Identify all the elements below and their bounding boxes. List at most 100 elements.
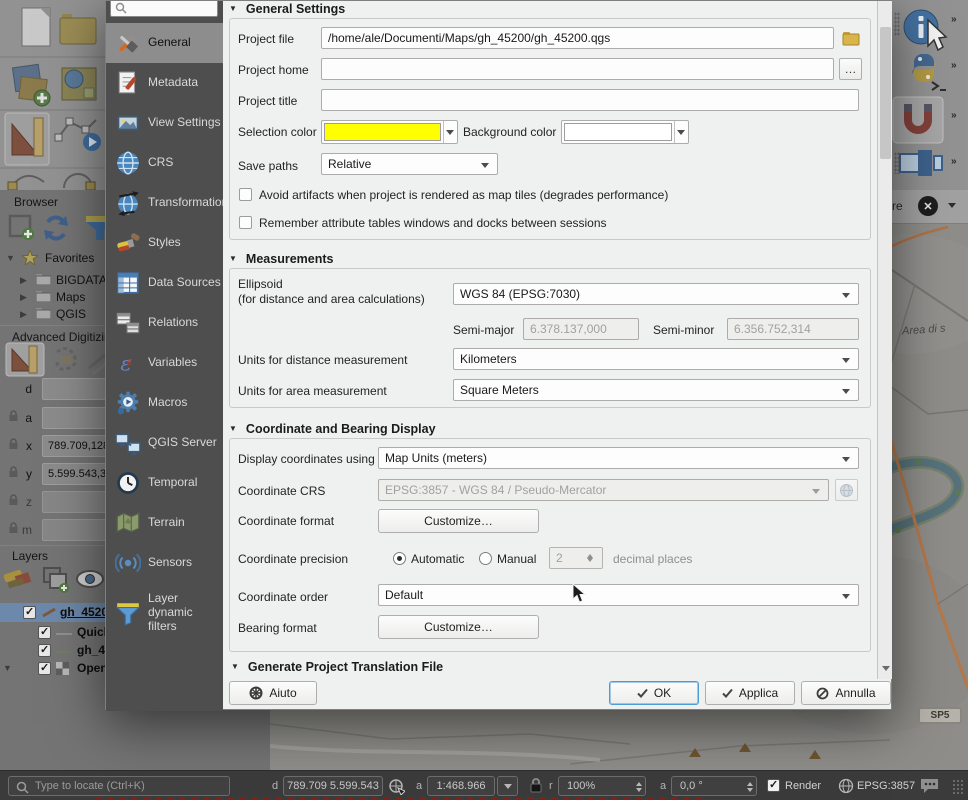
sidebar-item-relations[interactable]: Relations (106, 303, 223, 343)
terrain-icon (114, 510, 141, 536)
folder1-expander[interactable]: ▶ (20, 275, 27, 286)
magnifier-spinner[interactable] (636, 779, 642, 795)
project-file-input[interactable]: /home/ale/Documenti/Maps/gh_45200/gh_452… (321, 27, 834, 49)
manual-radio[interactable] (479, 552, 492, 565)
project-home-browse-button[interactable]: … (839, 58, 862, 80)
scrollbar-down-button[interactable] (878, 661, 893, 679)
chevron-down-icon[interactable] (948, 203, 956, 212)
project-home-input[interactable] (321, 58, 834, 80)
sidebar-item-crs[interactable]: CRS (106, 143, 223, 183)
messages-icon[interactable] (920, 777, 939, 794)
section-coordinate-display[interactable]: Coordinate and Bearing Display (229, 422, 436, 436)
manual-label[interactable]: Manual (497, 552, 536, 566)
coordinate-order-label: Coordinate order (238, 590, 328, 604)
magnifier-input[interactable]: 100% (558, 776, 646, 796)
ellipsoid-combo[interactable]: WGS 84 (EPSG:7030) (453, 283, 859, 305)
layers-toolbar[interactable] (2, 564, 112, 594)
layer-checkbox[interactable] (38, 662, 51, 675)
automatic-radio[interactable] (393, 552, 406, 565)
sidebar-item-macros[interactable]: Macros (106, 383, 223, 423)
remember-tables-checkbox[interactable] (239, 216, 252, 229)
favorites-expander[interactable]: ▼ (6, 253, 15, 263)
tree-item-qgis[interactable]: QGIS (56, 307, 86, 321)
sidebar-item-sensors[interactable]: Sensors (106, 543, 223, 583)
avoid-artifacts-checkbox[interactable] (239, 188, 252, 201)
sidebar-item-metadata[interactable]: Metadata (106, 63, 223, 103)
extents-icon[interactable] (388, 778, 405, 795)
tree-item-bigdata[interactable]: BIGDATA (56, 273, 107, 287)
help-button[interactable]: Aiuto (229, 681, 317, 705)
project-file-browse-button[interactable] (839, 27, 862, 49)
sidebar-item-data-sources[interactable]: Data Sources (106, 263, 223, 303)
coordinate-order-combo[interactable]: Default (378, 584, 859, 606)
crs-status-badge[interactable]: EPSG:3857 (857, 780, 915, 792)
vertex-tool-icon (55, 118, 101, 151)
area-units-combo[interactable]: Square Meters (453, 379, 859, 401)
coordinate-format-customize-button[interactable]: Customize… (378, 509, 539, 533)
sidebar-item-styles[interactable]: Styles (106, 223, 223, 263)
sidebar-item-temporal[interactable]: Temporal (106, 463, 223, 503)
layer-expander[interactable]: ▼ (3, 663, 12, 673)
rotation-spinner[interactable] (747, 779, 753, 795)
display-coordinates-combo[interactable]: Map Units (meters) (378, 447, 859, 469)
ellipsoid-label: Ellipsoid (238, 277, 283, 291)
cancel-button[interactable]: Annulla (801, 681, 891, 705)
apply-button[interactable]: Applica (705, 681, 795, 705)
section-measurements[interactable]: Measurements (229, 252, 333, 266)
scrollbar-handle[interactable] (880, 27, 891, 159)
render-checkbox[interactable] (767, 779, 780, 792)
tree-item-maps[interactable]: Maps (56, 290, 85, 304)
section-translation[interactable]: Generate Project Translation File (231, 660, 443, 674)
settings-search-input[interactable] (110, 1, 218, 17)
resize-grip[interactable] (952, 779, 964, 795)
sidebar-item-terrain[interactable]: Terrain (106, 503, 223, 543)
snapping-magnet-icon[interactable] (892, 96, 944, 144)
sidebar-item-variables[interactable]: εε Variables (106, 343, 223, 383)
python-console-icon[interactable] (900, 50, 948, 94)
dialog-scrollbar[interactable] (877, 1, 892, 679)
sidebar-item-view-settings[interactable]: View Settings (106, 103, 223, 143)
identify-features-icon[interactable] (900, 6, 950, 52)
precision-spinner-buttons[interactable] (587, 548, 593, 568)
rotation-input[interactable]: 0,0 ° (671, 776, 757, 796)
epsilon-icon: εε (114, 350, 141, 376)
project-title-input[interactable] (321, 89, 859, 111)
locate-input[interactable]: Type to locate (Ctrl+K) (8, 776, 230, 796)
automatic-label[interactable]: Automatic (411, 552, 464, 566)
folder3-expander[interactable]: ▶ (20, 309, 27, 320)
elevation-profile-icon[interactable] (898, 148, 944, 178)
semi-major-input[interactable]: 6.378.137,000 (523, 318, 639, 340)
scale-dropdown-button[interactable] (497, 776, 518, 796)
ok-button[interactable]: OK (609, 681, 699, 705)
sidebar-item-transformations[interactable]: Transformations (106, 183, 223, 223)
selection-color-picker[interactable] (321, 120, 458, 144)
semi-minor-input[interactable]: 6.356.752,314 (727, 318, 859, 340)
save-paths-combo[interactable]: Relative (321, 153, 498, 175)
sidebar-item-general[interactable]: General (106, 23, 223, 63)
select-crs-button[interactable] (835, 479, 858, 501)
chevron-down-icon[interactable] (443, 121, 457, 143)
sidebar-item-label: Relations (148, 316, 198, 330)
precision-spinner[interactable]: 2 (549, 547, 603, 569)
coordinate-crs-combo[interactable]: EPSG:3857 - WGS 84 / Pseudo-Mercator (378, 479, 829, 501)
chevron-down-icon[interactable] (674, 121, 688, 143)
tree-item-favorites[interactable]: Favorites (45, 251, 94, 265)
digitizing-toolbar[interactable] (5, 342, 115, 378)
close-icon[interactable] (918, 196, 938, 216)
coordinate-display[interactable]: 789.709 5.599.543 (283, 776, 383, 796)
scale-input[interactable]: 1:468.966 (427, 776, 495, 796)
background-color-picker[interactable] (561, 120, 689, 144)
layer-name[interactable]: gh_4520 (60, 605, 108, 619)
left-toolbar-icons[interactable] (0, 0, 110, 190)
sidebar-item-qgis-server[interactable]: QGIS Server (106, 423, 223, 463)
lock-scale-icon[interactable] (529, 777, 543, 794)
layer-checkbox[interactable] (38, 626, 51, 639)
crs-globe-icon[interactable] (838, 778, 854, 794)
sidebar-item-layer-dynamic-filters[interactable]: Layer dynamic filters (106, 583, 223, 643)
bearing-format-customize-button[interactable]: Customize… (378, 615, 539, 639)
folder2-expander[interactable]: ▶ (20, 292, 27, 303)
layer-checkbox[interactable] (38, 644, 51, 657)
layer-checkbox[interactable] (23, 606, 36, 619)
section-general-settings[interactable]: General Settings (229, 2, 345, 16)
distance-units-combo[interactable]: Kilometers (453, 348, 859, 370)
